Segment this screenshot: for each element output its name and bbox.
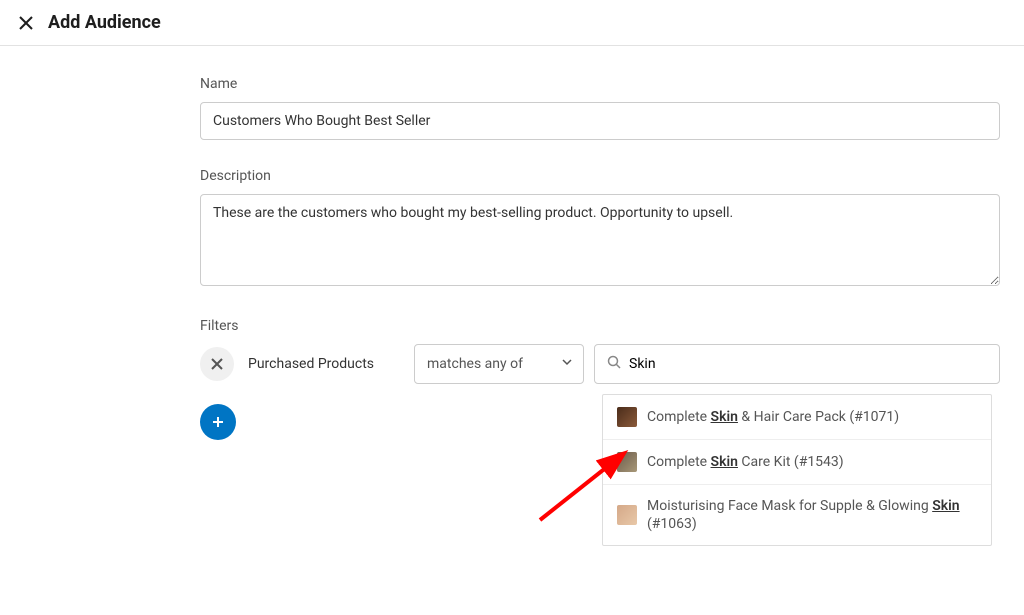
add-filter-button[interactable] <box>200 404 236 440</box>
product-label: Complete Skin & Hair Care Pack (#1071) <box>647 408 899 426</box>
name-input[interactable] <box>200 102 1000 140</box>
description-label: Description <box>200 168 1000 184</box>
product-label: Complete Skin Care Kit (#1543) <box>647 453 844 471</box>
product-thumb <box>617 407 637 427</box>
product-thumb <box>617 505 637 525</box>
chevron-down-icon <box>561 356 573 372</box>
product-option[interactable]: Complete Skin & Hair Care Pack (#1071) <box>603 395 991 440</box>
name-label: Name <box>200 76 1000 92</box>
product-thumb <box>617 452 637 472</box>
page-title: Add Audience <box>48 12 161 33</box>
product-label: Moisturising Face Mask for Supple & Glow… <box>647 497 977 533</box>
filter-type-label: Purchased Products <box>248 356 374 372</box>
product-dropdown: Complete Skin & Hair Care Pack (#1071) C… <box>602 394 992 546</box>
product-option[interactable]: Complete Skin Care Kit (#1543) <box>603 440 991 485</box>
filters-label: Filters <box>200 318 1000 334</box>
operator-value: matches any of <box>427 356 523 372</box>
description-textarea[interactable] <box>200 194 1000 286</box>
close-icon[interactable] <box>18 15 34 31</box>
remove-filter-button[interactable] <box>200 347 234 381</box>
filter-search-input[interactable] <box>629 356 987 372</box>
product-option[interactable]: Moisturising Face Mask for Supple & Glow… <box>603 485 991 545</box>
operator-select[interactable]: matches any of <box>414 344 584 384</box>
filter-search-box[interactable] <box>594 344 1000 384</box>
search-icon <box>607 355 621 373</box>
